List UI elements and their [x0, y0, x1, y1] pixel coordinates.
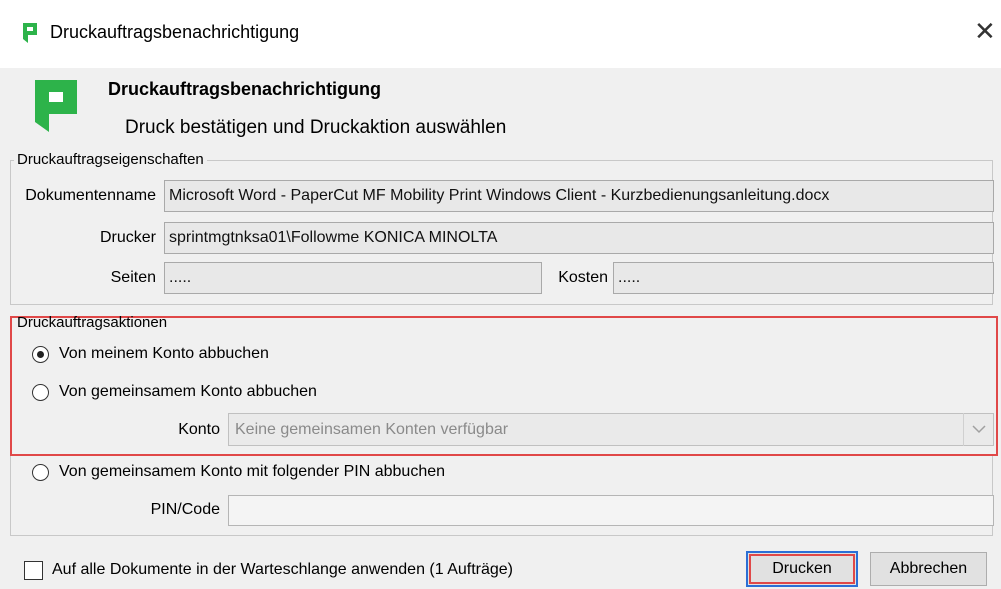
print-button-label: Drucken [772, 560, 832, 577]
print-button[interactable]: Drucken [746, 551, 858, 587]
account-dropdown-value: Keine gemeinsamen Konten verfügbar [235, 421, 509, 438]
pin-label: PIN/Code [150, 501, 220, 518]
cancel-button[interactable]: Abbrechen [870, 552, 987, 586]
account-dropdown[interactable]: Keine gemeinsamen Konten verfügbar [228, 413, 994, 446]
pages-field: ..... [164, 262, 542, 294]
chevron-down-icon[interactable] [963, 413, 993, 446]
actions-legend: Druckauftragsaktionen [17, 314, 168, 331]
shared-account-radio[interactable] [32, 384, 49, 401]
header-title: Druckauftragsbenachrichtigung [108, 79, 382, 99]
apply-all-checkbox[interactable] [24, 561, 43, 580]
properties-legend: Druckauftragseigenschaften [14, 151, 207, 168]
document-field: Microsoft Word - PaperCut MF Mobility Pr… [164, 180, 994, 212]
pin-input[interactable] [228, 495, 994, 526]
close-icon[interactable]: ✕ [974, 18, 996, 44]
printer-label: Drucker [99, 229, 156, 246]
apply-all-label[interactable]: Auf alle Dokumente in der Warteschlange … [52, 561, 513, 579]
account-label: Konto [178, 421, 220, 438]
document-label: Dokumentenname [25, 187, 156, 204]
pin-account-label[interactable]: Von gemeinsamem Konto mit folgender PIN … [59, 463, 445, 481]
shared-account-label[interactable]: Von gemeinsamem Konto abbuchen [59, 383, 317, 401]
cancel-button-label: Abbrechen [889, 560, 968, 577]
printer-field: sprintmgtnksa01\Followme KONICA MINOLTA [164, 222, 994, 254]
pages-label: Seiten [110, 269, 156, 286]
cost-label: Kosten [558, 269, 608, 286]
papercut-logo-icon [23, 23, 37, 43]
header-subtitle: Druck bestätigen und Druckaktion auswähl… [125, 117, 507, 138]
pin-account-radio[interactable] [32, 464, 49, 481]
own-account-label[interactable]: Von meinem Konto abbuchen [59, 345, 269, 363]
own-account-radio[interactable] [32, 346, 49, 363]
papercut-logo-icon [35, 80, 77, 132]
cost-field: ..... [613, 262, 994, 294]
window-title: Druckauftragsbenachrichtigung [50, 22, 300, 42]
